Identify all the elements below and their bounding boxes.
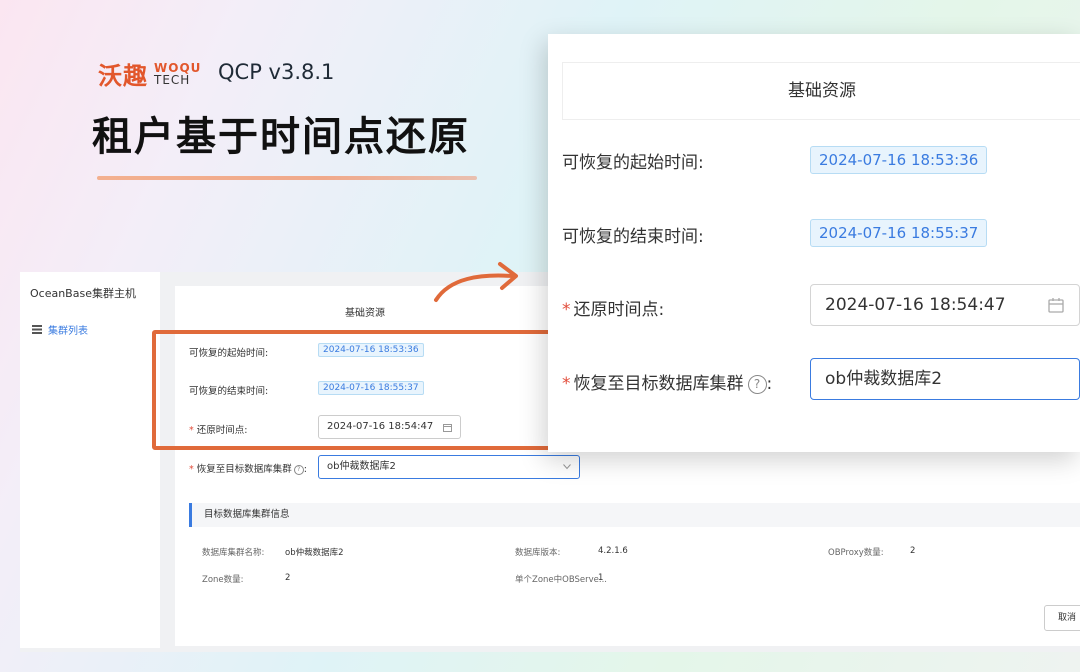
- target-cluster-select-value: ob仲裁数据库2: [825, 369, 943, 389]
- woqu-logo: 沃趣 WOQU TECH: [98, 56, 201, 91]
- logo-wordmark: WOQU TECH: [154, 62, 201, 86]
- help-icon[interactable]: ?: [747, 374, 767, 394]
- target-cluster-label: * 恢复至目标数据库集群?:: [562, 369, 772, 394]
- required-mark: *: [562, 374, 571, 394]
- start-time-label: 可恢复的起始时间:: [562, 153, 704, 173]
- colon: :: [303, 464, 307, 475]
- field-label: OBProxy数量:: [828, 548, 884, 558]
- cancel-button[interactable]: 取消: [1044, 605, 1080, 631]
- field-label: 数据库集群名称:: [202, 548, 265, 558]
- field-value: 2: [285, 573, 291, 583]
- sidebar-item-label: 集群列表: [48, 326, 88, 337]
- help-icon[interactable]: ?: [293, 464, 304, 475]
- logo-mark: 沃趣: [98, 61, 148, 90]
- target-cluster-select-value: ob仲裁数据库2: [327, 461, 396, 472]
- colon: :: [766, 374, 773, 394]
- required-mark: *: [189, 464, 194, 475]
- required-mark: *: [562, 300, 571, 320]
- start-time-value: 2024-07-16 18:53:36: [810, 146, 988, 174]
- logo-top: WOQU: [154, 60, 202, 75]
- server-icon: [32, 325, 42, 334]
- field-label: 数据库版本:: [515, 548, 561, 558]
- restore-point-label: * 还原时间点:: [562, 295, 664, 320]
- headline-underline: [97, 176, 477, 180]
- field-label: 单个Zone中OBServe...: [515, 575, 607, 585]
- field-value: 2: [910, 546, 916, 556]
- sidebar-item-cluster-list[interactable]: 集群列表: [32, 322, 88, 337]
- sidebar-title: OceanBase集群主机: [30, 287, 136, 300]
- page-headline: 租户基于时间点还原: [92, 114, 470, 160]
- restore-point-text: 还原时间点:: [573, 300, 665, 320]
- field-label: Zone数量:: [202, 575, 244, 585]
- logo-bottom: TECH: [154, 72, 191, 87]
- restore-point-input-value: 2024-07-16 18:54:47: [825, 295, 1006, 315]
- field-value: 4.2.1.6: [598, 546, 628, 556]
- cluster-info-title: 目标数据库集群信息: [189, 503, 1080, 527]
- highlight-box: [152, 330, 552, 450]
- end-time-value: 2024-07-16 18:55:37: [810, 219, 988, 247]
- field-value: 1: [598, 573, 604, 583]
- target-cluster-select[interactable]: ob仲裁数据库2: [810, 358, 1080, 400]
- target-cluster-select-small[interactable]: ob仲裁数据库2: [318, 455, 580, 479]
- end-time-label: 可恢复的结束时间:: [562, 227, 704, 247]
- target-cluster-text: 恢复至目标数据库集群: [573, 374, 744, 394]
- field-value: ob仲裁数据库2: [285, 548, 344, 558]
- product-version: QCP v3.8.1: [218, 60, 335, 84]
- section-title: 基础资源: [562, 62, 1080, 120]
- calendar-icon: [1048, 298, 1064, 313]
- arrow-icon: [434, 262, 518, 302]
- chevron-down-icon: [563, 464, 571, 470]
- target-cluster-text: 恢复至目标数据库集群: [196, 464, 292, 475]
- restore-point-picker[interactable]: 2024-07-16 18:54:47: [810, 284, 1080, 326]
- target-cluster-label-small: * 恢复至目标数据库集群?:: [189, 461, 307, 475]
